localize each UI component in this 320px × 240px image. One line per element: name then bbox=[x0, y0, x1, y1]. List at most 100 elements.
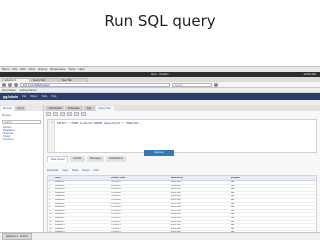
results-tool[interactable]: Paste bbox=[72, 169, 78, 172]
pgadmin-menu-item[interactable]: Object bbox=[30, 95, 37, 98]
sidebar-tab[interactable]: Query bbox=[15, 106, 26, 111]
column-header[interactable]: department bbox=[170, 176, 230, 180]
table-cell[interactable]: ENGLISH bbox=[170, 213, 230, 216]
table-cell[interactable]: student02 bbox=[54, 185, 110, 188]
table-cell[interactable]: BA bbox=[230, 221, 300, 224]
results-tool[interactable]: Delete bbox=[82, 169, 89, 172]
pgadmin-menu-item[interactable]: File bbox=[22, 95, 26, 98]
panel-tab[interactable]: SQL bbox=[83, 106, 95, 111]
edit-icon[interactable] bbox=[60, 112, 65, 116]
result-tab[interactable]: Explain bbox=[70, 156, 85, 162]
table-cell[interactable]: ENGLISH bbox=[170, 192, 230, 195]
sql-text[interactable]: SELECT * FROM students WHERE department … bbox=[57, 121, 141, 125]
pgadmin-menu-item[interactable]: Tools bbox=[41, 95, 47, 98]
pgadmin-menu-item[interactable]: Help bbox=[51, 95, 56, 98]
table-cell[interactable]: 20190003 bbox=[110, 188, 170, 191]
browser-tab[interactable]: New Tab bbox=[60, 78, 88, 82]
table-cell[interactable]: student14 bbox=[54, 228, 110, 231]
panel-tab[interactable]: Dashboard bbox=[46, 106, 65, 111]
table-cell[interactable]: 20190012 bbox=[110, 221, 170, 224]
table-cell[interactable]: BA bbox=[230, 206, 300, 209]
filter-icon[interactable] bbox=[67, 112, 72, 116]
table-cell[interactable]: 20190001 bbox=[110, 181, 170, 184]
table-cell[interactable]: 20190007 bbox=[110, 203, 170, 206]
table-cell[interactable]: 20190002 bbox=[110, 185, 170, 188]
table-cell[interactable]: student13 bbox=[54, 224, 110, 227]
table-cell[interactable]: 20190010 bbox=[110, 213, 170, 216]
table-cell[interactable]: student07 bbox=[54, 203, 110, 206]
table-cell[interactable]: student08 bbox=[54, 206, 110, 209]
table-cell[interactable]: ENGLISH bbox=[170, 199, 230, 202]
table-cell[interactable]: student12 bbox=[54, 221, 110, 224]
sql-editor[interactable]: 1 SELECT * FROM students WHERE departmen… bbox=[47, 119, 317, 153]
table-cell[interactable]: ENGLISH bbox=[170, 188, 230, 191]
table-cell[interactable]: ENGLISH bbox=[170, 224, 230, 227]
table-cell[interactable]: ENGLISH bbox=[170, 221, 230, 224]
table-cell[interactable]: 20190011 bbox=[110, 217, 170, 220]
table-cell[interactable]: student03 bbox=[54, 188, 110, 191]
result-tab[interactable]: Data Output bbox=[47, 156, 69, 162]
result-tab[interactable]: Messages bbox=[86, 156, 105, 162]
panel-tab[interactable]: Query Tool bbox=[95, 106, 114, 111]
table-cell[interactable]: BA bbox=[230, 210, 300, 213]
table-cell[interactable]: 20190009 bbox=[110, 210, 170, 213]
sidebar-search-input[interactable]: search bbox=[2, 120, 41, 124]
open-file-icon[interactable] bbox=[46, 112, 51, 116]
forward-icon[interactable] bbox=[8, 82, 12, 87]
table-cell[interactable]: ENGLISH bbox=[170, 195, 230, 198]
table-cell[interactable]: ENGLISH bbox=[170, 203, 230, 206]
home-icon[interactable] bbox=[214, 82, 218, 87]
bookmark-item[interactable]: Most Visited bbox=[2, 88, 16, 92]
column-header[interactable]: name bbox=[54, 176, 110, 180]
table-cell[interactable]: ENGLISH bbox=[170, 217, 230, 220]
table-cell[interactable]: ENGLISH bbox=[170, 228, 230, 231]
table-cell[interactable]: ENGLISH bbox=[170, 210, 230, 213]
url-bar[interactable]: 127.0.0.1:5050/browser/ bbox=[20, 82, 170, 87]
table-cell[interactable]: BA bbox=[230, 213, 300, 216]
table-cell[interactable]: student09 bbox=[54, 210, 110, 213]
results-tool[interactable]: Copy bbox=[62, 169, 68, 172]
results-tool[interactable]: Download bbox=[47, 169, 58, 172]
table-cell[interactable]: student06 bbox=[54, 199, 110, 202]
back-icon[interactable] bbox=[2, 82, 6, 87]
table-cell[interactable]: BA bbox=[230, 217, 300, 220]
column-header[interactable]: program bbox=[230, 176, 300, 180]
browser-tab[interactable]: pgAdmin 4 bbox=[2, 78, 30, 82]
search-input[interactable]: Search bbox=[172, 82, 212, 87]
table-cell[interactable]: BA bbox=[230, 199, 300, 202]
table-cell[interactable]: student11 bbox=[54, 217, 110, 220]
execute-button[interactable]: Execute bbox=[144, 150, 174, 156]
table-cell[interactable]: BA bbox=[230, 188, 300, 191]
save-icon[interactable] bbox=[53, 112, 58, 116]
table-cell[interactable]: ENGLISH bbox=[170, 181, 230, 184]
table-cell[interactable]: BA bbox=[230, 195, 300, 198]
table-cell[interactable]: 20190006 bbox=[110, 199, 170, 202]
table-cell[interactable]: BA bbox=[230, 224, 300, 227]
panel-tab[interactable]: Properties bbox=[65, 106, 83, 111]
tree-node[interactable]: Functions bbox=[0, 138, 43, 141]
table-cell[interactable]: 20190008 bbox=[110, 206, 170, 209]
table-cell[interactable]: ENGLISH bbox=[170, 185, 230, 188]
bookmark-item[interactable]: Getting Started bbox=[20, 88, 37, 92]
table-cell[interactable]: 20190004 bbox=[110, 192, 170, 195]
table-cell[interactable]: student05 bbox=[54, 195, 110, 198]
table-cell[interactable]: 20190013 bbox=[110, 224, 170, 227]
table-cell[interactable]: student10 bbox=[54, 213, 110, 216]
table-cell[interactable]: BA bbox=[230, 185, 300, 188]
table-cell[interactable]: student01 bbox=[54, 181, 110, 184]
sidebar-tab[interactable]: Browser bbox=[1, 106, 15, 111]
table-cell[interactable]: BA bbox=[230, 228, 300, 231]
execute-icon[interactable] bbox=[74, 112, 79, 116]
table-cell[interactable]: 20190005 bbox=[110, 195, 170, 198]
table-cell[interactable]: BA bbox=[230, 203, 300, 206]
taskbar-item[interactable]: pgAdmin 4 - Firefox bbox=[2, 233, 32, 240]
reload-icon[interactable] bbox=[14, 82, 18, 87]
table-cell[interactable]: BA bbox=[230, 181, 300, 184]
table-cell[interactable]: ENGLISH bbox=[170, 206, 230, 209]
result-tab[interactable]: Notifications bbox=[106, 156, 126, 162]
stop-icon[interactable] bbox=[81, 112, 86, 116]
table-cell[interactable]: student04 bbox=[54, 192, 110, 195]
browser-tab[interactable]: Query Tool bbox=[31, 78, 59, 82]
column-header[interactable]: student_code bbox=[110, 176, 170, 180]
results-tool[interactable]: Filter bbox=[94, 169, 100, 172]
